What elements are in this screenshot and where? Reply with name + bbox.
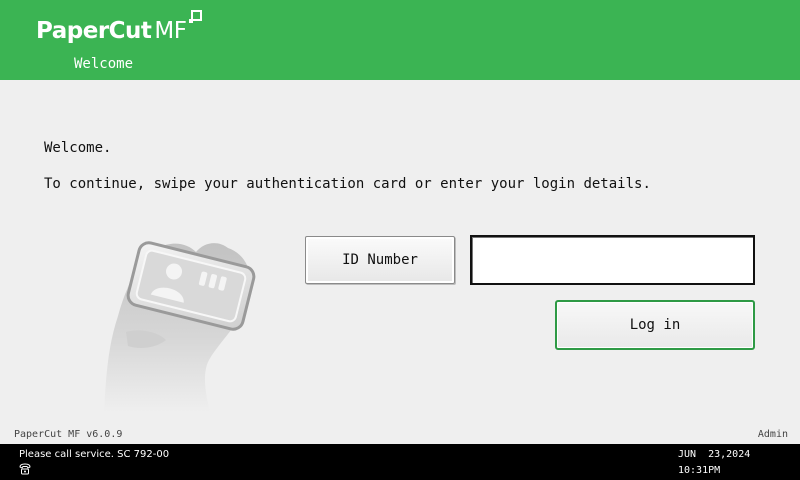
id-number-input[interactable]: [470, 235, 755, 285]
phone-icon: [19, 463, 31, 475]
hand-holding-card-icon: [104, 241, 256, 412]
status-bar: Please call service. SC 792-00 JUN 23,20…: [0, 444, 800, 480]
app-header: PaperCut MF Welcome: [0, 0, 800, 80]
status-date: JUN 23,2024: [678, 449, 751, 460]
welcome-text: Welcome.: [44, 140, 112, 156]
instruction-text: To continue, swipe your authentication c…: [44, 176, 651, 192]
admin-link[interactable]: Admin: [758, 428, 788, 441]
id-number-button[interactable]: ID Number: [305, 236, 455, 284]
logo-brand-text: PaperCut MF: [36, 18, 187, 44]
status-time: 10:31PM: [678, 465, 721, 476]
version-label: PaperCut MF v6.0.9: [14, 429, 123, 440]
login-button[interactable]: Log in: [555, 300, 755, 350]
header-subtitle: Welcome: [74, 56, 134, 72]
papercut-logo: PaperCut MF: [36, 10, 202, 46]
logo-mark-icon: [188, 10, 202, 23]
service-message: Please call service. SC 792-00: [19, 449, 170, 460]
